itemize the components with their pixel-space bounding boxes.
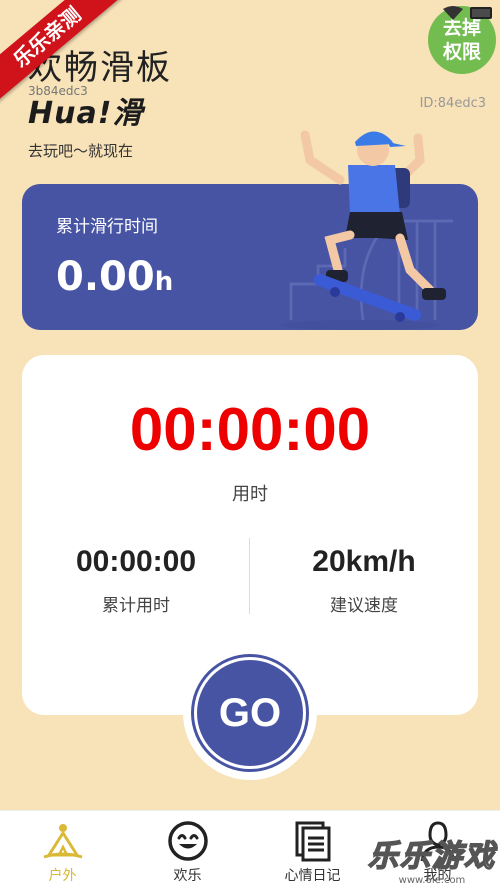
smile-icon: [167, 821, 208, 861]
battery-icon: [470, 7, 492, 19]
watermark-url: www.6le.com: [398, 875, 466, 886]
stat-speed-label: 建议速度: [330, 596, 398, 616]
tab-joy[interactable]: 欢乐: [125, 811, 250, 890]
camp-icon: [43, 824, 82, 859]
current-timer: 00:00:00: [129, 396, 371, 463]
watermark-title: 乐乐游戏: [367, 838, 496, 875]
tab-diary[interactable]: 心情日记: [250, 811, 375, 890]
brand-logo: Hua!滑: [28, 96, 144, 131]
stat-suggested-speed: 20km/h 建议速度: [250, 545, 478, 616]
status-bar: [442, 6, 492, 20]
stat-speed-value: 20km/h: [312, 545, 416, 578]
diary-icon: [295, 821, 330, 862]
tab-outdoor-label: 户外: [48, 868, 77, 884]
total-time-value: 0.00h: [56, 254, 173, 300]
tab-outdoor[interactable]: 户外: [0, 811, 125, 890]
perm-line2: 权限: [442, 41, 481, 63]
total-time-label: 累计滑行时间: [56, 217, 158, 237]
slogan: 去玩吧～就现在: [28, 142, 134, 160]
id-code: ID:84edc3: [419, 96, 486, 111]
tab-joy-label: 欢乐: [173, 868, 202, 884]
site-watermark: 乐乐游戏 www.6le.com: [367, 831, 496, 886]
skater-illustration: [280, 130, 446, 330]
go-button[interactable]: GO: [194, 657, 306, 769]
total-time-number: 0.00: [56, 254, 155, 300]
current-timer-label: 用时: [232, 484, 268, 505]
total-time-unit: h: [154, 267, 174, 297]
stat-total-time: 00:00:00 累计用时: [22, 545, 250, 616]
go-button-ring: GO: [183, 646, 317, 780]
stat-total-time-label: 累计用时: [102, 596, 170, 616]
wifi-icon: [443, 6, 463, 20]
stat-total-time-value: 00:00:00: [75, 545, 197, 578]
tab-diary-label: 心情日记: [284, 868, 341, 884]
